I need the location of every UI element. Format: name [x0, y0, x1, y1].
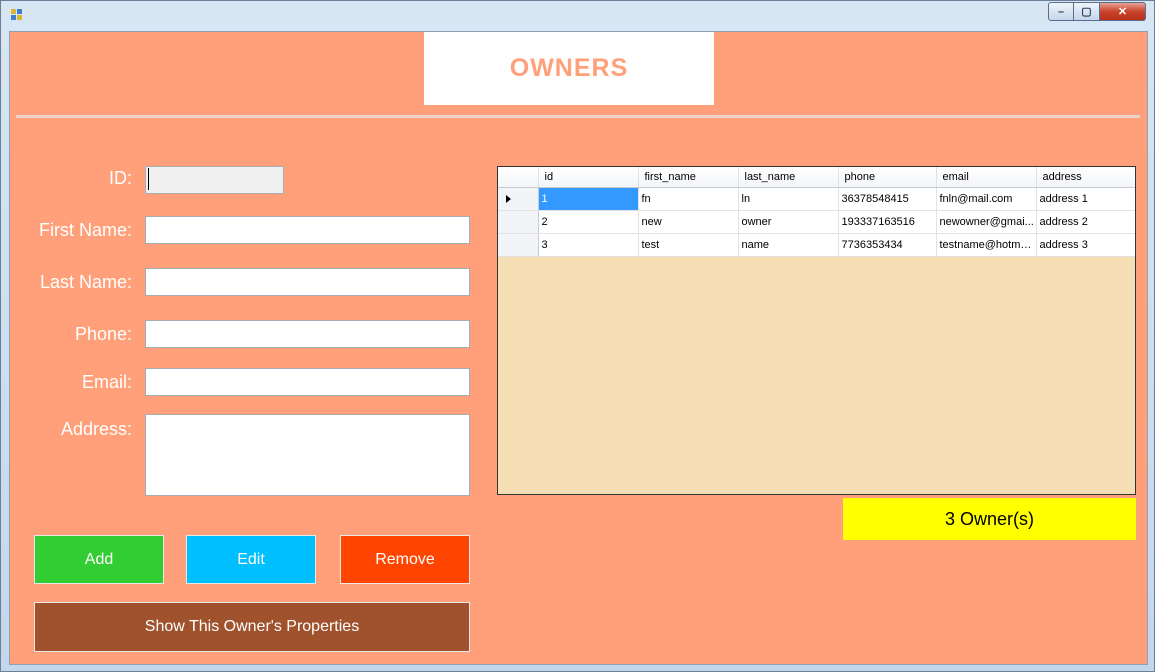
table-cell[interactable]: ln [738, 187, 839, 211]
table-cell[interactable]: name [738, 233, 839, 257]
table-cell[interactable]: address 3 [1036, 233, 1135, 257]
phone-field[interactable] [145, 320, 470, 348]
first-name-label: First Name: [38, 220, 132, 240]
id-label: ID: [108, 168, 132, 188]
window-controls: – ▢ ✕ [1048, 2, 1146, 21]
text-caret [148, 168, 149, 190]
table-row[interactable]: 1 fn ln 36378548415 fnln@mail.com addres… [498, 187, 1135, 211]
owner-count-text: 3 Owner(s) [944, 508, 1034, 529]
column-header-first-name[interactable]: first_name [638, 167, 739, 188]
table-cell[interactable]: address 2 [1036, 210, 1135, 234]
table-cell[interactable]: owner [738, 210, 839, 234]
header-panel: OWNERS [424, 32, 714, 105]
edit-button[interactable]: Edit [186, 535, 316, 584]
table-cell[interactable]: fnln@mail.com [936, 187, 1037, 211]
table-cell[interactable]: test [638, 233, 739, 257]
row-header[interactable] [498, 210, 539, 234]
owner-count-badge: 3 Owner(s) [843, 498, 1136, 540]
table-cell[interactable]: 3 [538, 233, 639, 257]
table-cell[interactable]: 36378548415 [838, 187, 937, 211]
address-label: Address: [60, 419, 132, 439]
table-row[interactable]: 3 test name 7736353434 testname@hotma...… [498, 233, 1135, 257]
last-name-label: Last Name: [39, 272, 132, 292]
table-cell[interactable]: 2 [538, 210, 639, 234]
table-row[interactable]: 2 new owner 193337163516 newowner@gmai..… [498, 210, 1135, 234]
remove-button[interactable]: Remove [340, 535, 470, 584]
maximize-button[interactable]: ▢ [1074, 2, 1100, 21]
row-header[interactable] [498, 233, 539, 257]
row-header-corner [498, 167, 539, 188]
owners-grid[interactable]: id first_name last_name phone email addr… [497, 166, 1136, 495]
last-name-field[interactable] [145, 268, 470, 296]
page-title: OWNERS [509, 54, 629, 82]
close-button[interactable]: ✕ [1100, 2, 1146, 21]
table-cell[interactable]: address 1 [1036, 187, 1135, 211]
table-cell[interactable]: 1 [538, 187, 639, 211]
minimize-button[interactable]: – [1048, 2, 1074, 21]
title-bar[interactable]: – ▢ ✕ [1, 1, 1154, 27]
grid-header-row: id first_name last_name phone email addr… [498, 167, 1135, 188]
column-header-last-name[interactable]: last_name [738, 167, 839, 188]
table-cell[interactable]: fn [638, 187, 739, 211]
header-divider [16, 115, 1140, 118]
column-header-id[interactable]: id [538, 167, 639, 188]
phone-label: Phone: [74, 324, 132, 344]
email-field[interactable] [145, 368, 470, 396]
show-properties-button[interactable]: Show This Owner's Properties [34, 602, 470, 652]
app-icon [11, 9, 23, 21]
column-header-address[interactable]: address [1036, 167, 1135, 188]
email-label: Email: [81, 372, 132, 392]
table-cell[interactable]: newowner@gmai... [936, 210, 1037, 234]
row-header[interactable] [498, 187, 539, 211]
id-field[interactable] [145, 166, 284, 194]
table-cell[interactable]: testname@hotma... [936, 233, 1037, 257]
current-row-arrow-icon [506, 195, 511, 203]
owners-form: OWNERS ID: First Name: Last Name: Phone:… [9, 31, 1148, 665]
table-cell[interactable]: 193337163516 [838, 210, 937, 234]
app-window: – ▢ ✕ OWNERS ID: First Name: Last Name: … [0, 0, 1155, 672]
add-button[interactable]: Add [34, 535, 164, 584]
table-cell[interactable]: new [638, 210, 739, 234]
table-cell[interactable]: 7736353434 [838, 233, 937, 257]
column-header-email[interactable]: email [936, 167, 1037, 188]
address-field[interactable] [145, 414, 470, 496]
first-name-field[interactable] [145, 216, 470, 244]
column-header-phone[interactable]: phone [838, 167, 937, 188]
